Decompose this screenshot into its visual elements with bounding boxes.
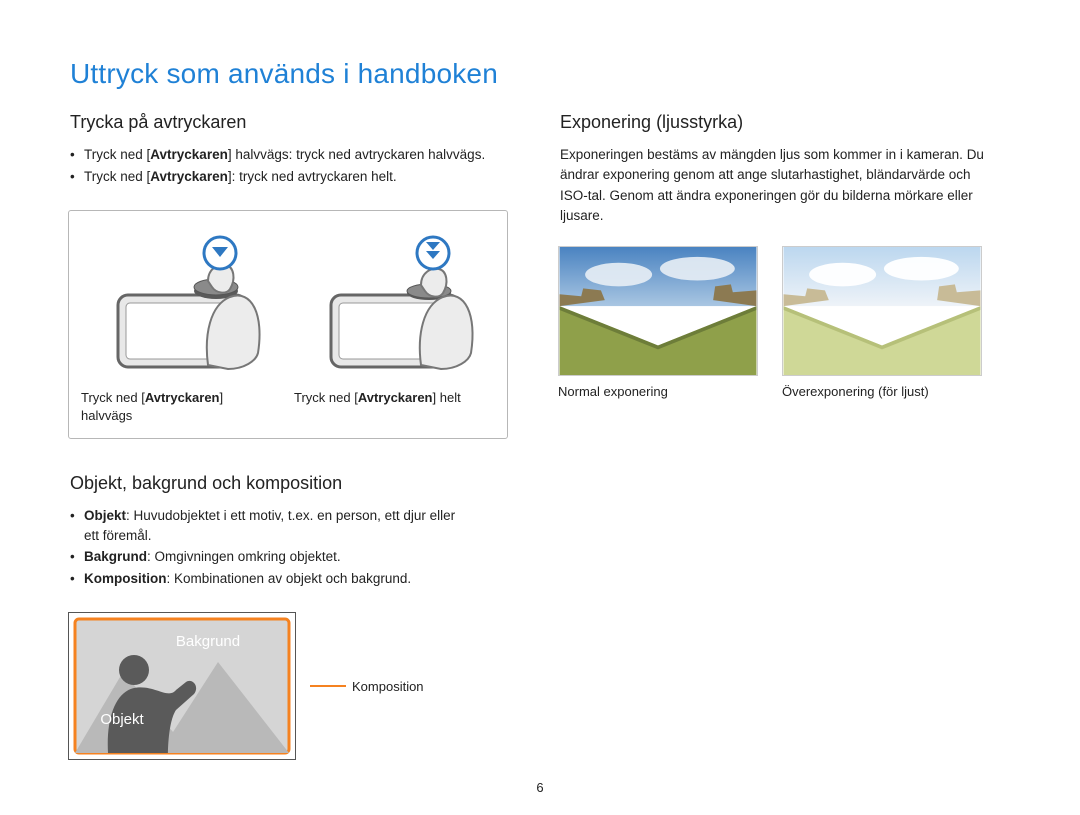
section-heading-exposure: Exponering (ljusstyrka)	[560, 112, 998, 133]
section-heading-composition: Objekt, bakgrund och komposition	[70, 473, 508, 494]
composition-label-komposition: Komposition	[352, 679, 424, 694]
exposure-paragraph: Exponeringen bestäms av mängden ljus som…	[560, 145, 998, 226]
exposure-example-normal: Normal exponering	[558, 246, 758, 399]
photo-caption-normal: Normal exponering	[558, 384, 758, 399]
text-bold: Avtryckaren	[150, 147, 228, 162]
composition-callout: Komposition	[310, 679, 424, 694]
shutter-caption-full: Tryck ned [Avtryckaren] helt	[294, 389, 495, 407]
photo-normal-exposure	[558, 246, 758, 376]
text: Tryck ned [	[84, 169, 150, 184]
callout-line	[310, 685, 346, 687]
exposure-examples-row: Normal exponering	[558, 246, 998, 399]
photo-caption-over: Överexponering (för ljust)	[782, 384, 982, 399]
shutter-bullet-list: Tryck ned [Avtryckaren] halvvägs: tryck …	[70, 145, 508, 186]
exposure-example-over: Överexponering (för ljust)	[782, 246, 982, 399]
list-item: Tryck ned [Avtryckaren]: tryck ned avtry…	[70, 167, 508, 187]
list-item: Bakgrund: Omgivningen omkring objektet.	[70, 547, 508, 567]
text: ]: tryck ned avtryckaren helt.	[228, 169, 397, 184]
text: ] halvvägs: tryck ned avtryckaren halvvä…	[228, 147, 485, 162]
page-title: Uttryck som används i handboken	[70, 58, 1012, 90]
composition-label-bakgrund: Bakgrund	[176, 633, 240, 650]
list-item: Tryck ned [Avtryckaren] halvvägs: tryck …	[70, 145, 508, 165]
shutter-half-press: Tryck ned [Avtryckaren] halvvägs	[81, 235, 282, 424]
list-item: Komposition: Kombinationen av objekt och…	[70, 569, 508, 589]
composition-illustration: Bakgrund Objekt Komposition	[68, 612, 508, 760]
photo-over-exposure	[782, 246, 982, 376]
section-heading-shutter: Trycka på avtryckaren	[70, 112, 508, 133]
manual-page: Uttryck som används i handboken Trycka p…	[0, 0, 1080, 815]
right-column: Exponering (ljusstyrka) Exponeringen bes…	[558, 112, 998, 760]
page-number: 6	[0, 780, 1080, 795]
composition-bullet-list: Objekt: Huvudobjektet i ett motiv, t.ex.…	[70, 506, 508, 588]
text-bold: Avtryckaren	[150, 169, 228, 184]
list-item: Objekt: Huvudobjektet i ett motiv, t.ex.…	[70, 506, 508, 545]
composition-label-objekt: Objekt	[100, 711, 144, 728]
shutter-full-press: Tryck ned [Avtryckaren] helt	[294, 235, 495, 424]
camera-half-press-illustration	[81, 235, 282, 375]
left-column: Trycka på avtryckaren Tryck ned [Avtryck…	[68, 112, 508, 760]
shutter-caption-half: Tryck ned [Avtryckaren] halvvägs	[81, 389, 282, 424]
shutter-illustration-box: Tryck ned [Avtryckaren] halvvägs	[68, 210, 508, 439]
camera-full-press-illustration	[294, 235, 495, 375]
text: Tryck ned [	[84, 147, 150, 162]
two-column-layout: Trycka på avtryckaren Tryck ned [Avtryck…	[68, 112, 1012, 760]
